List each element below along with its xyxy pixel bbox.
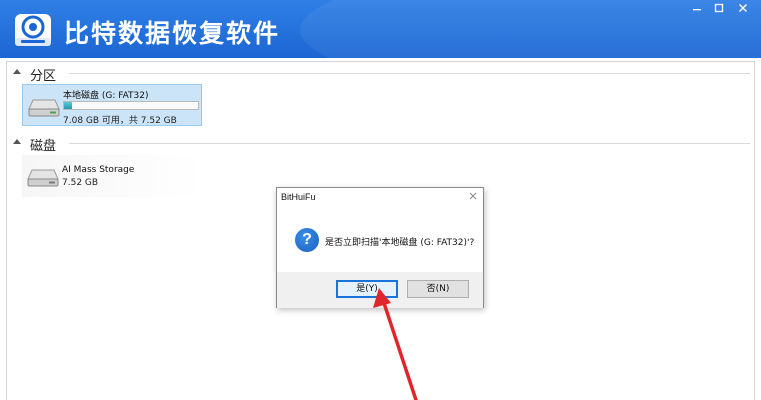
- maximize-button[interactable]: [708, 1, 730, 17]
- section-label: 分区: [30, 69, 57, 84]
- close-icon: [469, 192, 477, 200]
- annotation-arrow-icon: [373, 288, 418, 400]
- divider: [69, 143, 750, 144]
- disk-item[interactable]: AI Mass Storage 7.52 GB: [22, 155, 202, 197]
- divider: [69, 73, 750, 74]
- partition-size: 7.08 GB 可用，共 7.52 GB: [63, 116, 177, 126]
- title-bar: 比特数据恢复软件: [0, 0, 761, 58]
- hard-drive-icon: [27, 169, 59, 187]
- maximize-icon: [714, 3, 724, 13]
- disk-name: AI Mass Storage: [62, 165, 135, 175]
- question-icon: ?: [295, 228, 319, 252]
- disk-size: 7.52 GB: [62, 178, 99, 188]
- app-title: 比特数据恢复软件: [64, 19, 281, 48]
- disks-section-header[interactable]: 磁盘: [7, 134, 754, 154]
- app-logo-icon: [15, 14, 51, 46]
- partition-usage-bar: [63, 101, 199, 110]
- partition-name: 本地磁盘 (G: FAT32): [63, 91, 149, 101]
- minimize-icon: [693, 9, 701, 11]
- minimize-button[interactable]: [686, 1, 708, 17]
- dialog-title: BitHuiFu: [281, 192, 316, 202]
- dialog-message: 是否立即扫描'本地磁盘 (G: FAT32)'?: [325, 238, 475, 248]
- dialog-close-button[interactable]: [468, 191, 478, 201]
- dialog-body: ? 是否立即扫描'本地磁盘 (G: FAT32)'?: [277, 208, 483, 272]
- partition-usage-fill: [64, 102, 73, 109]
- partitions-section-header[interactable]: 分区: [7, 64, 754, 84]
- close-button[interactable]: [732, 1, 754, 17]
- section-label: 磁盘: [30, 139, 57, 154]
- partition-item[interactable]: 本地磁盘 (G: FAT32) 7.08 GB 可用，共 7.52 GB: [22, 84, 202, 126]
- collapse-caret-icon[interactable]: [13, 69, 21, 74]
- close-icon: [739, 4, 747, 12]
- collapse-caret-icon[interactable]: [13, 139, 21, 144]
- hard-drive-icon: [28, 99, 60, 117]
